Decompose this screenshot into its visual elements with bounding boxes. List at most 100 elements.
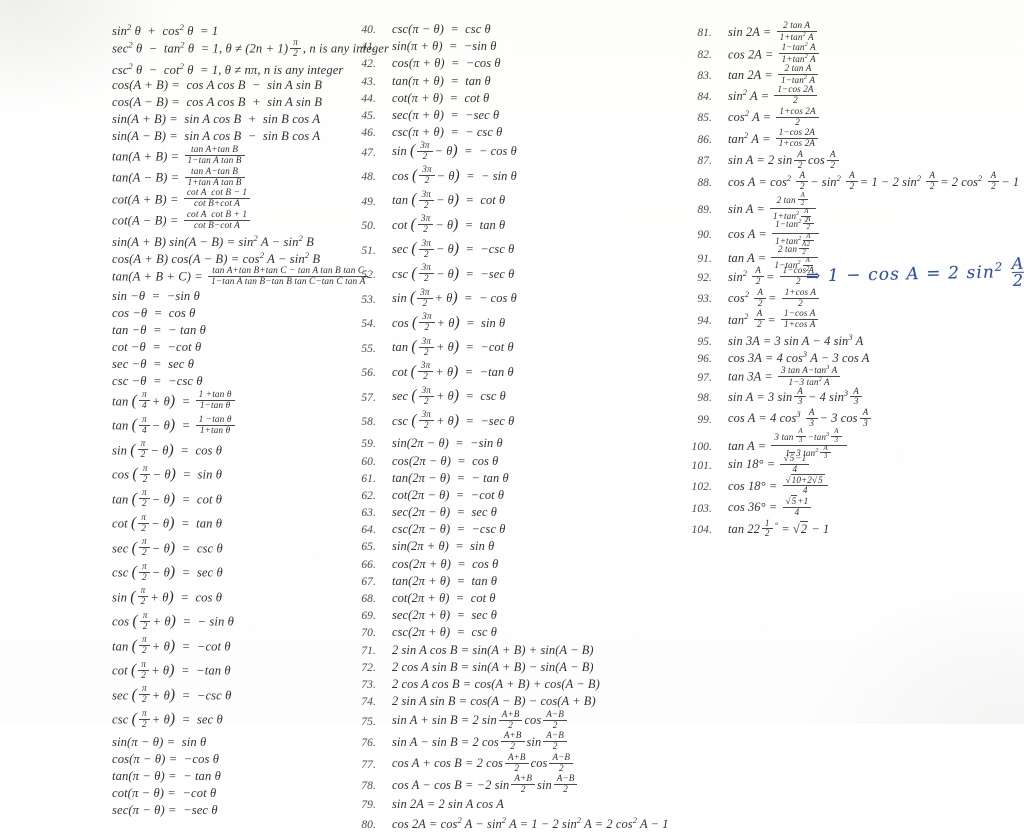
formula-number: 90. [697, 228, 712, 241]
formula-expression: cot (π 2 + θ) = −tan θ [112, 659, 231, 681]
annotation-fraction-numerator: A [1011, 253, 1024, 273]
formula-expression: cos A = cos2 A 2− sin2 A 2 = 1 − 2 sin2 A 2 =… [728, 170, 1020, 192]
formula-row: csc (π 2− θ) = sec θ [56, 562, 356, 588]
formula-expression: csc(π + θ) = − csc θ [392, 125, 503, 140]
formula-expression: tan (π 4 + θ) = 1 +tan θ 1−tan θ [112, 390, 356, 413]
formula-row: sec (π 2− θ) = csc θ [56, 537, 356, 564]
formula-expression: sin(A − B) = sin A cos B − sin B cos A [112, 129, 321, 144]
formula-row: sin (π 2− θ) = cos θ [56, 439, 356, 466]
formula-expression: 2 cos A cos B = cos(A + B) + cos(A − B) [392, 676, 600, 691]
formula-number: 95. [697, 336, 712, 349]
formula-expression: sin(A + B) = sin A cos B + sin B cos A [112, 112, 321, 127]
formula-expression: tan (π 4− θ) = 1 −tan θ 1+tan θ [112, 415, 356, 437]
formula-row: 68. cot(2π + θ) = cot θ [336, 591, 666, 608]
formula-row: sin(A + B) = sin A cos B + sin B cos A [56, 112, 356, 129]
formula-row: 81. sin 2A = 2 tan A 1+tan2 A [672, 20, 1012, 44]
formula-row: 96. cos 3A = 4 cos3 A − 3 cos A [672, 349, 1012, 366]
formula-expression: tan (3π 2− θ) = cot θ [392, 188, 506, 210]
formula-row: cot (π 2− θ) = tan θ [56, 512, 356, 539]
formula-expression: cos(π − θ) = −cos θ [112, 751, 220, 766]
annotation-text: 1 − cos A = 2 sin [827, 262, 996, 286]
formula-number: 55. [361, 342, 376, 355]
formula-number: 47. [361, 146, 376, 159]
formula-row: sin2 θ + cos2 θ = 1 [56, 22, 356, 39]
formula-number: 65. [361, 541, 376, 554]
formula-row: 45. sec(π + θ) = −sec θ [336, 108, 666, 125]
formula-number: 85. [697, 112, 712, 125]
formula-expression: tan (3π 2 + θ) = −cot θ [392, 335, 514, 357]
formula-number: 88. [697, 176, 712, 189]
formula-number: 101. [691, 459, 712, 472]
formula-expression: sin 2A = 2 tan A 1+tan2 A [728, 20, 1012, 44]
formula-expression: sin 2A = 2 sin A cos A [392, 797, 504, 812]
formula-number: 43. [361, 75, 376, 88]
formula-number: 89. [697, 204, 712, 216]
formula-row: tan(A + B + C) = tan A+tan B+tan C − tan… [56, 266, 369, 289]
formula-number: 54. [361, 318, 376, 331]
formula-number: 71. [361, 644, 376, 657]
formula-row: 88. cos A = cos2 A 2− sin2 A 2 = 1 − 2 sin2 … [672, 170, 1019, 195]
formula-number: 44. [361, 92, 376, 105]
formula-expression: sin (3π 2 + θ) = − cos θ [392, 286, 517, 308]
formula-expression: 2 cos A sin B = sin(A + B) − sin(A − B) [392, 659, 594, 674]
formula-row: 54. cos (3π 2 + θ) = sin θ [336, 312, 666, 339]
formula-number: 53. [361, 293, 376, 306]
formula-row: tan (π 4 + θ) = 1 +tan θ 1−tan θ [56, 390, 356, 417]
formula-number: 97. [697, 371, 712, 384]
formula-row: cot(A − B) = cot A cot B + 1 cot B−cot A [56, 210, 356, 233]
formula-row: 67. tan(2π + θ) = tan θ [336, 574, 666, 591]
formula-number: 79. [361, 799, 376, 812]
formula-expression: sec (π 2− θ) = csc θ [112, 537, 223, 559]
formula-number: 80. [361, 818, 376, 831]
formula-row: 89. sin A = 2 tan A 2 1+tan2 A 2 [672, 192, 1012, 224]
formula-column-two: 40. csc(π − θ) = csc θ 41. sin(π + θ) = −si… [336, 22, 669, 832]
formula-row: 97. tan 3A = 3 tan A−tan3 A 1−3 tan2 A [672, 364, 1012, 388]
formula-expression: sin(A + B) sin(A − B) = sin2 A − sin2 B [112, 232, 314, 249]
formula-row: 83. tan 2A = 2 tan A 1−tan2 A [672, 63, 1012, 87]
formula-number: 91. [697, 253, 712, 265]
formula-expression: tan(A + B + C) = tan A+tan B+tan C − tan… [112, 266, 370, 288]
formula-expression: sec(2π + θ) = sec θ [392, 608, 497, 623]
formula-row: 51. sec (3π 2− θ) = −csc θ [336, 238, 666, 265]
formula-row: 76. sin A − sin B = 2 cos A+B 2 sin A−B 2 [336, 731, 666, 755]
formula-expression: sin2 A = 1−cos 2A 2 [728, 84, 1012, 108]
formula-row: sec(π − θ) = −sec θ [56, 803, 356, 820]
formula-row: 71. 2 sin A cos B = sin(A + B) + sin(A − … [336, 643, 666, 660]
formula-number: 93. [697, 293, 712, 306]
formula-expression: sin(π + θ) = −sin θ [392, 39, 497, 54]
formula-expression: cos 2A = cos2 A − sin2 A = 1 − 2 sin2 A … [392, 814, 669, 831]
formula-expression: sin(2π − θ) = −sin θ [392, 436, 503, 451]
formula-expression: csc (π 2 + θ) = sec θ [112, 708, 223, 730]
formula-number: 59. [361, 438, 376, 451]
formula-row: 75. sin A + sin B = 2 sin A+B 2 cos A−B 2 [336, 709, 666, 733]
formula-number: 62. [361, 489, 376, 502]
formula-expression: cos (3π 2− θ) = − sin θ [392, 164, 517, 186]
formula-row: 59. sin(2π − θ) = −sin θ [336, 436, 666, 453]
formula-number: 60. [361, 455, 376, 468]
formula-number: 81. [697, 26, 712, 39]
formula-expression: cot (π 2− θ) = tan θ [112, 512, 223, 534]
formula-expression: tan(π + θ) = tan θ [392, 73, 491, 88]
formula-number: 104. [691, 524, 712, 537]
formula-expression: cot −θ = −cot θ [112, 340, 202, 355]
formula-expression: csc (3π 2− θ) = −sec θ [392, 262, 515, 284]
formula-expression: sin A − sin B = 2 cos A+B 2 sin A−B 2 [392, 731, 666, 754]
formula-expression: cos 3A = 4 cos3 A − 3 cos A [728, 349, 870, 366]
formula-row: tan(π − θ) = − tan θ [56, 769, 356, 786]
formula-number: 75. [361, 715, 376, 728]
formula-row: 70. csc(2π + θ) = csc θ [336, 625, 666, 642]
formula-number: 103. [691, 502, 712, 515]
formula-row: 77. cos A + cos B = 2 cos A+B 2 cos A−B 2 [336, 752, 666, 776]
formula-number: 98. [697, 392, 712, 405]
formula-row: 80. cos 2A = cos2 A − sin2 A = 1 − 2 sin2… [336, 814, 669, 832]
formula-number: 67. [361, 575, 376, 588]
formula-expression: cos 2A = 1−tan2 A 1+tan2 A [728, 41, 1012, 67]
formula-row: tan(A + B) = tan A+tan B 1−tan A tan B [56, 145, 356, 169]
formula-row: 46. csc(π + θ) = − csc θ [336, 125, 666, 142]
formula-row: 53. sin (3π 2 + θ) = − cos θ [336, 286, 666, 314]
formula-expression: cot(A + B) = cot A cot B − 1 cot B+cot A [112, 188, 356, 211]
formula-number: 82. [697, 48, 712, 61]
formula-expression: sin A = 2 sin A 2 cos A 2 [728, 149, 1012, 172]
formula-number: 76. [361, 737, 376, 750]
formula-expression: tan(π − θ) = − tan θ [112, 769, 221, 783]
